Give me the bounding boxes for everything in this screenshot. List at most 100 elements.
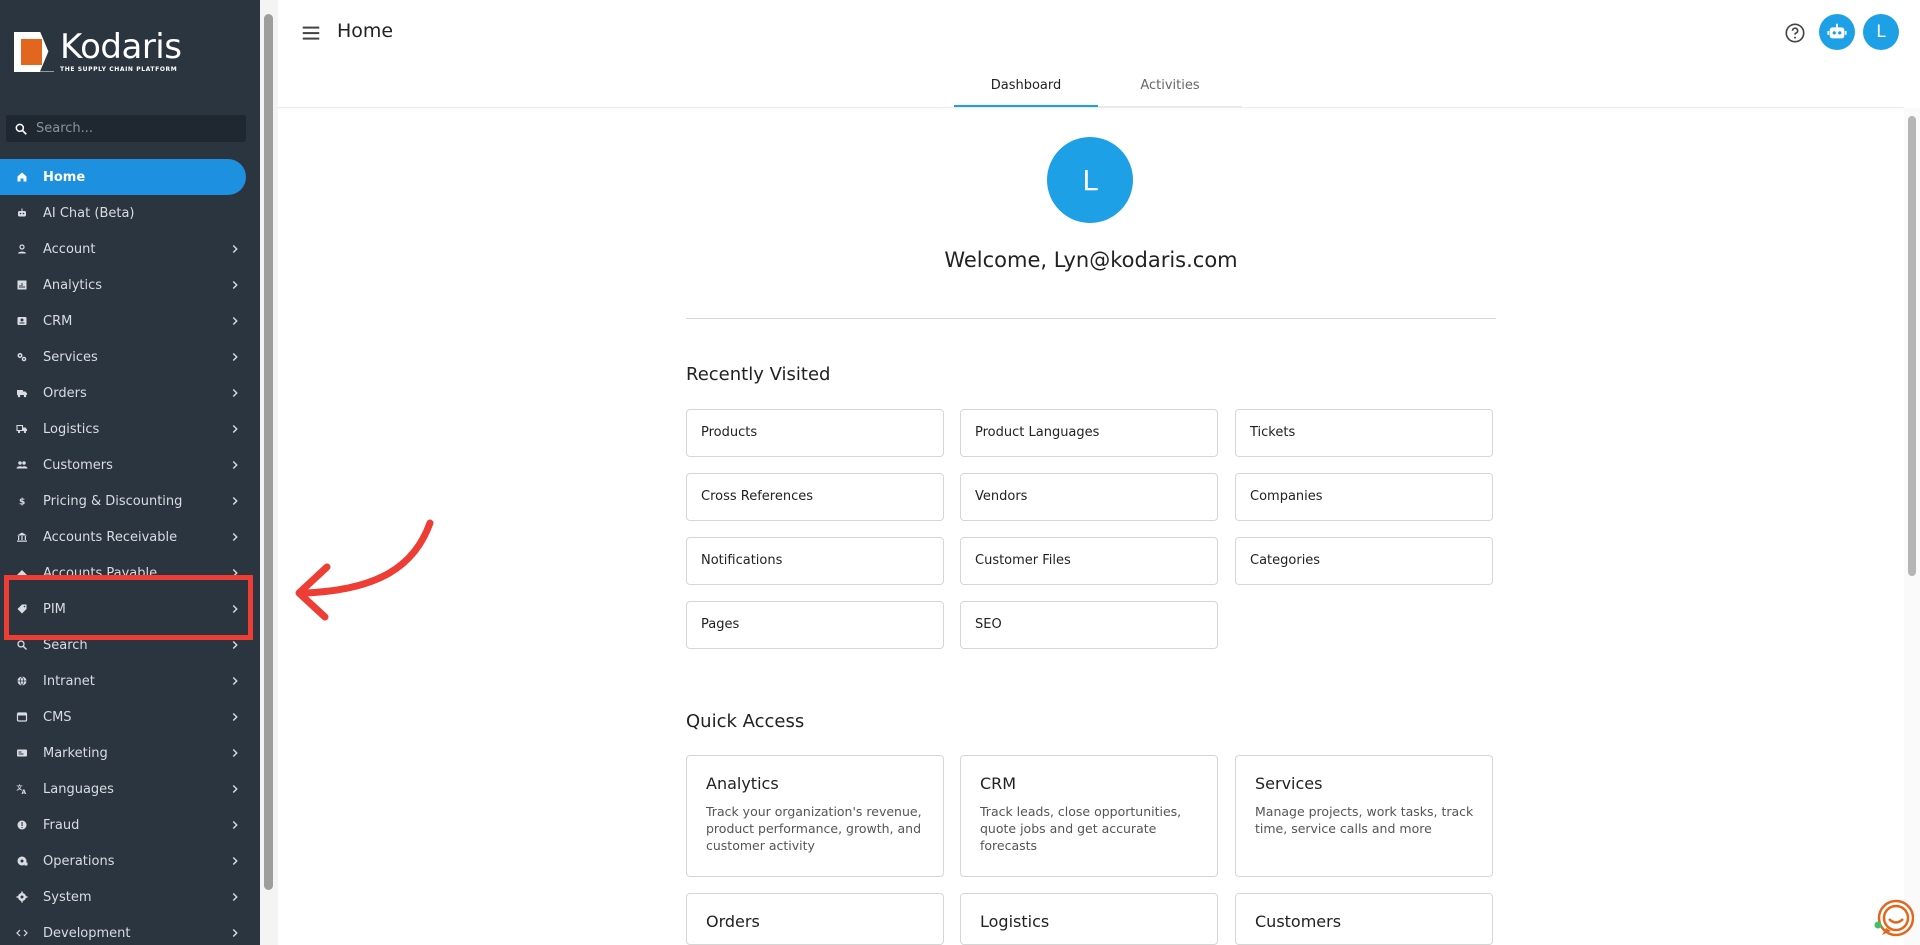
- sidebar-item-cms[interactable]: CMS: [0, 699, 260, 735]
- sidebar-item-operations[interactable]: Operations: [0, 843, 260, 879]
- brand-name: Kodaris: [60, 27, 182, 67]
- chat-support-icon[interactable]: [1874, 898, 1914, 938]
- quick-access-card-title: Analytics: [706, 774, 779, 793]
- chevron-right-icon: [232, 245, 238, 253]
- sidebar-item-accounts-receivable[interactable]: Accounts Receivable: [0, 519, 260, 555]
- ai-assistant-button[interactable]: [1819, 14, 1855, 50]
- sidebar-item-orders[interactable]: Orders: [0, 375, 260, 411]
- welcome-avatar: L: [1047, 137, 1133, 223]
- sidebar-item-label: Orders: [43, 385, 87, 401]
- svg-text:$: $: [19, 498, 25, 508]
- sidebar-item-customers[interactable]: Customers: [0, 447, 260, 483]
- chevron-right-icon: [232, 785, 238, 793]
- sidebar-item-label: CMS: [43, 709, 72, 725]
- quick-access-card-title: Customers: [1255, 912, 1342, 931]
- sidebar-item-pricing-discounting[interactable]: $ Pricing & Discounting: [0, 483, 260, 519]
- sidebar-item-marketing[interactable]: Marketing: [0, 735, 260, 771]
- recent-card-vendors[interactable]: Vendors: [960, 473, 1218, 521]
- sidebar-item-label: AI Chat (Beta): [43, 205, 135, 221]
- recent-card-companies[interactable]: Companies: [1235, 473, 1493, 521]
- main-scrollbar[interactable]: [1904, 108, 1920, 945]
- quick-access-card-orders[interactable]: Orders: [686, 893, 944, 945]
- recent-card-tickets[interactable]: Tickets: [1235, 409, 1493, 457]
- sidebar-search: [6, 115, 246, 142]
- sidebar-item-development[interactable]: Development: [0, 915, 260, 945]
- sidebar-item-system[interactable]: System: [0, 879, 260, 915]
- cms-icon: [14, 709, 30, 725]
- brand-logo[interactable]: Kodaris THE SUPPLY CHAIN PLATFORM: [14, 27, 182, 73]
- sidebar-item-account[interactable]: Account: [0, 231, 260, 267]
- sidebar-scrollbar-thumb[interactable]: [264, 14, 273, 890]
- recent-card-seo[interactable]: SEO: [960, 601, 1218, 649]
- chevron-right-icon: [232, 497, 238, 505]
- quick-access-card-description: Manage projects, work tasks, track time,…: [1255, 804, 1474, 836]
- sidebar-item-fraud[interactable]: Fraud: [0, 807, 260, 843]
- alert-icon: [14, 817, 30, 833]
- sidebar-item-crm[interactable]: CRM: [0, 303, 260, 339]
- chevron-right-icon: [232, 857, 238, 865]
- welcome-text: Welcome, Lyn@kodaris.com: [944, 248, 1238, 272]
- page-title: Home: [337, 20, 394, 42]
- person-icon: [14, 241, 30, 257]
- recent-card-cross-references[interactable]: Cross References: [686, 473, 944, 521]
- sidebar-item-analytics[interactable]: Analytics: [0, 267, 260, 303]
- chevron-right-icon: [232, 893, 238, 901]
- quick-access-title: Quick Access: [686, 711, 805, 732]
- sidebar-item-services[interactable]: Services: [0, 339, 260, 375]
- search-input[interactable]: [34, 120, 228, 137]
- recent-card-product-languages[interactable]: Product Languages: [960, 409, 1218, 457]
- sidebar-item-ai-chat-beta[interactable]: AI Chat (Beta): [0, 195, 260, 231]
- sidebar-item-label: Account: [43, 241, 96, 257]
- sidebar-item-label: Intranet: [43, 673, 95, 689]
- quick-access-card-crm[interactable]: CRM Track leads, close opportunities, quo…: [960, 755, 1218, 877]
- sidebar-item-intranet[interactable]: Intranet: [0, 663, 260, 699]
- sidebar-item-languages[interactable]: 文 A Languages: [0, 771, 260, 807]
- tab-dashboard[interactable]: Dashboard: [954, 66, 1098, 107]
- top-header: Home L: [278, 0, 1920, 66]
- sidebar-item-label: Customers: [43, 457, 113, 473]
- user-avatar[interactable]: L: [1863, 14, 1899, 50]
- chevron-right-icon: [232, 425, 238, 433]
- quick-access-card-title: Orders: [706, 912, 760, 931]
- help-icon[interactable]: [1784, 22, 1806, 44]
- pim-highlight-box: [4, 575, 253, 640]
- recent-card-categories[interactable]: Categories: [1235, 537, 1493, 585]
- quick-access-card-analytics[interactable]: Analytics Track your organization's reven…: [686, 755, 944, 877]
- people-icon: [14, 457, 30, 473]
- quick-access-card-customers[interactable]: Customers: [1235, 893, 1493, 945]
- truck-icon: [14, 385, 30, 401]
- chevron-right-icon: [232, 821, 238, 829]
- recent-card-notifications[interactable]: Notifications: [686, 537, 944, 585]
- tab-bar: Dashboard Activities: [954, 66, 1242, 107]
- quick-access-card-title: Logistics: [980, 912, 1050, 931]
- operations-icon: [14, 853, 30, 869]
- recent-card-customer-files[interactable]: Customer Files: [960, 537, 1218, 585]
- sidebar-scrollbar[interactable]: [260, 0, 278, 945]
- sidebar-item-label: Accounts Receivable: [43, 529, 178, 545]
- header-divider: [278, 107, 1904, 108]
- sidebar-item-label: System: [43, 889, 92, 905]
- chevron-right-icon: [232, 641, 238, 649]
- recent-card-pages[interactable]: Pages: [686, 601, 944, 649]
- chart-icon: [14, 277, 30, 293]
- bank-icon: [14, 529, 30, 545]
- svg-text:A: A: [22, 789, 27, 795]
- main-scrollbar-thumb[interactable]: [1908, 116, 1916, 576]
- sidebar-item-home[interactable]: Home: [0, 159, 246, 195]
- chevron-right-icon: [232, 677, 238, 685]
- tab-activities[interactable]: Activities: [1098, 66, 1242, 107]
- chevron-right-icon: [232, 533, 238, 541]
- recently-visited-title: Recently Visited: [686, 364, 831, 385]
- recent-card-products[interactable]: Products: [686, 409, 944, 457]
- sidebar-item-label: Marketing: [43, 745, 108, 761]
- sidebar-item-label: Analytics: [43, 277, 103, 293]
- code-icon: [14, 925, 30, 941]
- sidebar-item-label: Home: [43, 169, 86, 185]
- quick-access-card-description: Track your organization's revenue, produ…: [706, 804, 922, 853]
- sidebar-item-logistics[interactable]: Logistics: [0, 411, 260, 447]
- chevron-right-icon: [232, 713, 238, 721]
- chevron-right-icon: [232, 461, 238, 469]
- hamburger-menu-icon[interactable]: [300, 22, 322, 44]
- quick-access-card-logistics[interactable]: Logistics: [960, 893, 1218, 945]
- quick-access-card-services[interactable]: Services Manage projects, work tasks, tra…: [1235, 755, 1493, 877]
